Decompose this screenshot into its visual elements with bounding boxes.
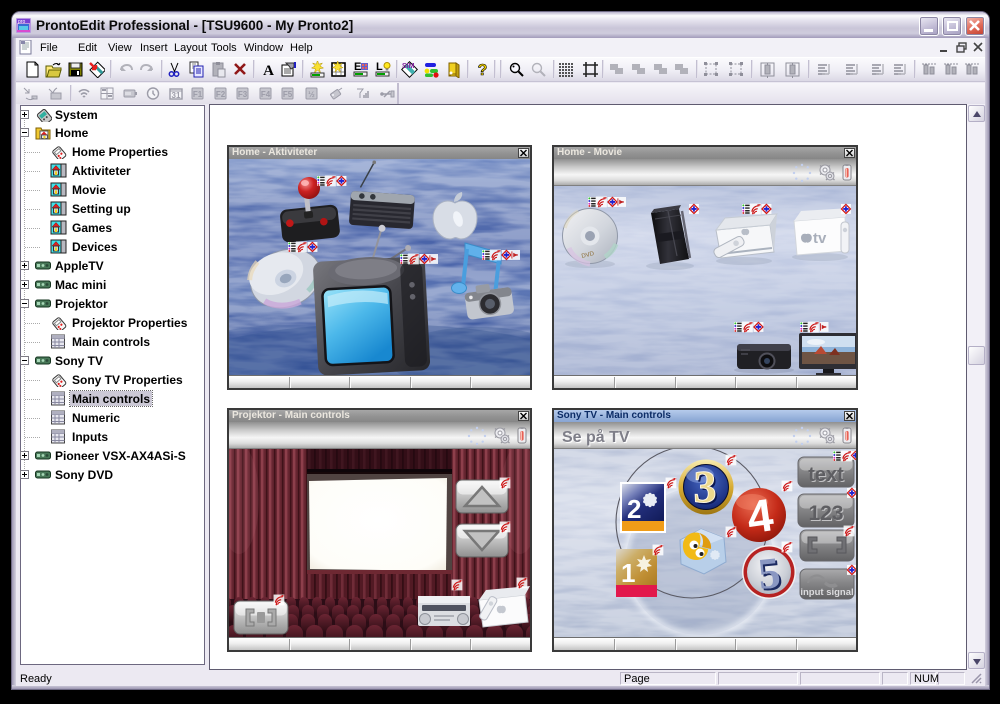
svg-text:2: 2 [627,494,641,524]
svg-text:E: E [354,61,361,73]
svg-text:F4: F4 [261,90,271,99]
svg-text:Se på TV: Se på TV [562,428,630,446]
svg-text:input signal: input signal [800,587,853,598]
svg-text:tv: tv [813,230,827,247]
svg-text:SIM: SIM [402,63,415,70]
svg-text:123: 123 [808,502,843,525]
svg-text:½: ½ [308,90,315,99]
svg-text:F3: F3 [238,90,248,99]
svg-text:?: ? [478,62,488,78]
svg-text:F2: F2 [216,90,226,99]
svg-text:3: 3 [694,461,717,512]
svg-text:31: 31 [172,91,181,100]
svg-text:F1: F1 [193,90,203,99]
svg-text:text: text [808,464,844,486]
svg-text:A: A [263,63,274,78]
svg-text:F5: F5 [283,90,293,99]
svg-text:1: 1 [621,558,635,588]
svg-text:L: L [376,61,383,73]
